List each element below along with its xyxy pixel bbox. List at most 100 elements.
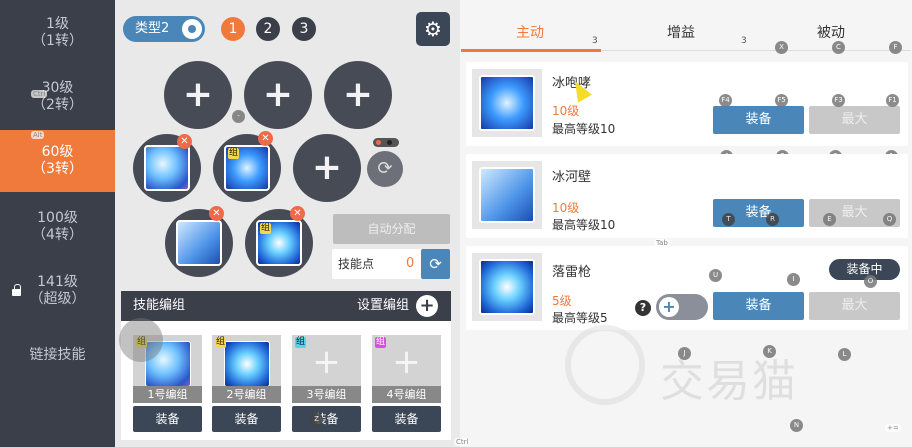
i-hotkey-icon: I bbox=[787, 273, 800, 286]
f5-hotkey-icon: F5 bbox=[775, 94, 788, 107]
skill-image bbox=[472, 253, 542, 321]
preset-equip-button-4[interactable]: 装备 bbox=[372, 406, 441, 432]
ice-skill-icon: 组 bbox=[224, 145, 270, 191]
sidebar-item-sublabel: （4转） bbox=[32, 227, 83, 243]
t-hotkey-icon: T bbox=[722, 213, 735, 226]
ctrl-hotkey-label: Ctrl bbox=[31, 90, 48, 98]
skill-points-value: 0 bbox=[406, 256, 415, 271]
equip-button[interactable]: 装备 bbox=[713, 292, 804, 320]
preset-card-2[interactable]: 组 2号编组 bbox=[212, 335, 281, 403]
floating-assist-button[interactable] bbox=[119, 318, 163, 362]
page-2-button[interactable]: 2 bbox=[256, 17, 280, 41]
skill-slot-empty[interactable]: + bbox=[293, 134, 361, 202]
refresh-button[interactable]: ⟳ bbox=[367, 151, 403, 187]
page-1-button[interactable]: 1 bbox=[221, 17, 245, 41]
preset-equip-button-3[interactable]: 装备 bbox=[292, 406, 361, 432]
sidebar-item-level-141[interactable]: 141级 （超级） bbox=[0, 260, 115, 322]
watermark-logo bbox=[565, 325, 645, 405]
skill-max-level: 最高等级10 bbox=[552, 122, 616, 136]
ice-wall-skill-icon bbox=[479, 167, 535, 223]
f3-hotkey-icon: F3 bbox=[832, 94, 845, 107]
plus-icon: + bbox=[182, 74, 214, 115]
skill-level: 10级 bbox=[552, 201, 580, 215]
sidebar-item-level-100[interactable]: 100级 （4转） bbox=[0, 196, 115, 258]
sidebar-item-label: 链接技能 bbox=[29, 346, 86, 363]
q-hotkey-icon: Q bbox=[883, 213, 896, 226]
group-tag: 组 bbox=[295, 337, 307, 348]
plus-icon: + bbox=[659, 297, 679, 317]
sidebar-item-link-skills[interactable]: 链接技能 bbox=[0, 324, 115, 386]
plus-icon: + bbox=[392, 342, 421, 382]
preset-card-3[interactable]: + 组 3号编组 bbox=[292, 335, 361, 403]
dash-skill-icon bbox=[176, 220, 222, 266]
skill-slot-filled[interactable] bbox=[165, 209, 233, 277]
toggle-knob-icon bbox=[182, 19, 202, 39]
watermark-text: 交易猫 bbox=[660, 356, 798, 407]
lock-icon bbox=[12, 284, 21, 296]
reset-points-button[interactable]: ⟳ bbox=[421, 249, 450, 279]
equip-button[interactable]: 装备 bbox=[713, 106, 804, 134]
sidebar-item-label: 141级 bbox=[37, 274, 78, 290]
preset-header: 技能编组 设置编组 + bbox=[121, 291, 451, 321]
alt-hotkey-label: Alt bbox=[31, 131, 45, 139]
max-button[interactable]: 最大 bbox=[809, 292, 900, 320]
tab-buff-skills[interactable]: 增益 bbox=[667, 22, 695, 42]
f4-hotkey-icon: F4 bbox=[719, 94, 732, 107]
l-hotkey-icon: L bbox=[838, 348, 851, 361]
sidebar-item-level-1[interactable]: 1级 （1转） bbox=[0, 2, 115, 64]
o-hotkey-icon: O bbox=[864, 275, 877, 288]
x-hotkey-icon: X bbox=[775, 41, 788, 54]
preset-card-label: 3号编组 bbox=[292, 386, 361, 403]
preset-equip-button-2[interactable]: 装备 bbox=[212, 406, 281, 432]
sidebar-item-level-60[interactable]: 60级 （3转） bbox=[0, 130, 115, 192]
remove-skill-icon[interactable]: ✕ bbox=[258, 131, 273, 146]
tab-active-skills[interactable]: 主动 bbox=[516, 22, 544, 42]
skill-level: 10级 bbox=[552, 104, 580, 118]
page-indicator-dots bbox=[373, 138, 399, 147]
refresh-icon: ⟳ bbox=[377, 158, 393, 179]
gear-icon: ⚙ bbox=[424, 17, 442, 41]
skill-type-toggle[interactable]: 类型2 bbox=[123, 16, 205, 42]
auto-use-toggle[interactable]: + bbox=[656, 294, 708, 320]
skill-image bbox=[472, 161, 542, 229]
skill-slot-empty[interactable]: + bbox=[324, 61, 392, 129]
preset-title: 技能编组 bbox=[133, 298, 186, 313]
f-hotkey-icon: F bbox=[889, 41, 902, 54]
sidebar-item-level-30[interactable]: 30级 （2转） bbox=[0, 66, 115, 128]
skill-slot-empty[interactable]: + bbox=[164, 61, 232, 129]
add-preset-button[interactable]: + bbox=[416, 295, 438, 317]
group-tag: 组 bbox=[215, 337, 227, 348]
skill-slot-filled[interactable]: 组 bbox=[213, 134, 281, 202]
skill-type-label: 类型2 bbox=[135, 21, 170, 36]
page-3-button[interactable]: 3 bbox=[292, 17, 316, 41]
skill-name: 落雷枪 bbox=[552, 265, 592, 280]
skill-max-level: 最高等级5 bbox=[552, 311, 608, 325]
skill-window: 1级 （1转） 30级 （2转） 60级 （3转） 100级 （4转） 141级… bbox=[0, 0, 912, 447]
plus-equals-hotkey-label: += bbox=[885, 424, 901, 432]
skill-slot-filled[interactable]: 组 bbox=[245, 209, 313, 277]
tab-passive-skills[interactable]: 被动 bbox=[817, 22, 845, 42]
settings-button[interactable]: ⚙ bbox=[416, 12, 450, 46]
c-hotkey-icon: C bbox=[832, 41, 845, 54]
sidebar-item-label: 1级 bbox=[46, 16, 69, 32]
preset-card-label: 2号编组 bbox=[212, 386, 281, 403]
n-hotkey-icon: N bbox=[790, 419, 803, 432]
max-button[interactable]: 最大 bbox=[809, 106, 900, 134]
remove-skill-icon[interactable]: ✕ bbox=[209, 206, 224, 221]
u-hotkey-icon: U bbox=[709, 269, 722, 282]
thunder-skill-icon: 组 bbox=[256, 220, 302, 266]
plus-icon: + bbox=[311, 147, 343, 188]
help-icon[interactable]: ? bbox=[635, 300, 651, 316]
ice-skill-icon bbox=[144, 145, 190, 191]
sidebar-item-label: 60级 bbox=[41, 144, 74, 160]
skill-slot-empty[interactable]: + bbox=[244, 61, 312, 129]
preset-card-4[interactable]: + 组 4号编组 bbox=[372, 335, 441, 403]
preset-equip-button-1[interactable]: 装备 bbox=[133, 406, 202, 432]
remove-skill-icon[interactable]: ✕ bbox=[290, 206, 305, 221]
remove-skill-icon[interactable]: ✕ bbox=[177, 134, 192, 149]
preset-card-label: 1号编组 bbox=[133, 386, 202, 403]
auto-assign-button[interactable]: 自动分配 bbox=[333, 214, 450, 244]
e-hotkey-icon: E bbox=[823, 213, 836, 226]
skill-max-level: 最高等级10 bbox=[552, 218, 616, 232]
z-hotkey-icon: Z bbox=[310, 413, 323, 426]
